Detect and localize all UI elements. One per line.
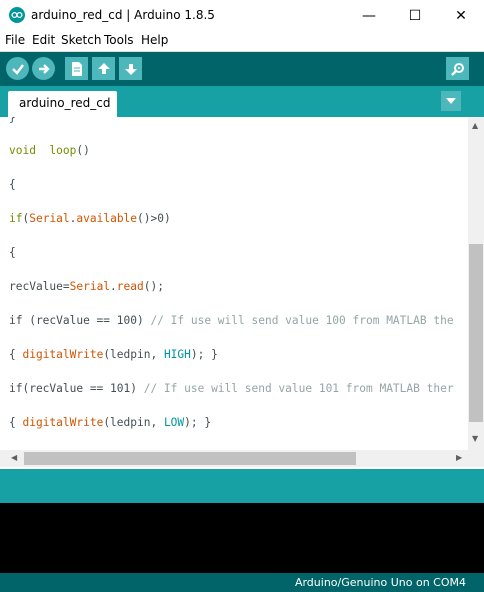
code-line: { digitalWrite(ledpin, HIGH); } <box>9 348 218 361</box>
console-output[interactable] <box>0 503 484 573</box>
serial-monitor-button[interactable] <box>446 57 469 80</box>
horizontal-scrollbar-thumb[interactable] <box>24 452 356 465</box>
open-button[interactable] <box>92 57 115 80</box>
arduino-logo-icon <box>9 7 25 23</box>
console-header <box>0 469 484 503</box>
tab-menu-button[interactable] <box>441 91 461 111</box>
upload-button[interactable] <box>32 57 55 80</box>
code-line: { <box>9 178 16 191</box>
chevron-down-icon <box>446 98 456 104</box>
upload-icon <box>38 63 50 74</box>
code-line: { digitalWrite(ledpin, LOW); } <box>9 416 212 429</box>
menu-tools[interactable]: Tools <box>104 33 134 47</box>
code-line: { <box>9 246 16 259</box>
code-line: void loop() <box>9 144 90 157</box>
new-button[interactable] <box>65 57 88 80</box>
code-line: } <box>9 117 16 124</box>
vertical-scrollbar-thumb[interactable] <box>469 244 483 422</box>
code-line: if(Serial.available()>0) <box>9 212 171 225</box>
scroll-left-icon[interactable]: ◀ <box>11 453 17 462</box>
save-icon <box>124 63 137 75</box>
scroll-up-icon[interactable]: ▲ <box>472 121 478 130</box>
close-button[interactable]: ✕ <box>438 0 484 31</box>
tab-arduino-red-cd[interactable]: arduino_red_cd <box>8 91 117 117</box>
minimize-button[interactable]: — <box>346 0 392 31</box>
menu-sketch[interactable]: Sketch <box>61 33 101 47</box>
menu-file[interactable]: File <box>5 33 25 47</box>
save-button[interactable] <box>119 57 142 80</box>
minimize-icon: — <box>362 7 376 24</box>
tab-label: arduino_red_cd <box>19 96 111 110</box>
verify-icon <box>11 63 24 75</box>
new-icon <box>71 61 82 76</box>
scroll-right-icon[interactable]: ▶ <box>456 453 462 462</box>
maximize-icon: ☐ <box>408 7 422 24</box>
toolbar <box>0 52 484 86</box>
code-line: if (recValue == 100) // If use will send… <box>9 314 454 327</box>
code-line: if(recValue == 101) // If use will send … <box>9 382 454 395</box>
menu-help[interactable]: Help <box>141 33 168 47</box>
menu-edit[interactable]: Edit <box>32 33 55 47</box>
close-icon: ✕ <box>455 7 467 24</box>
title-bar: arduino_red_cd | Arduino 1.8.5 — ☐ ✕ <box>0 0 484 31</box>
maximize-button[interactable]: ☐ <box>392 0 438 31</box>
scroll-down-icon[interactable]: ▼ <box>472 434 478 443</box>
open-icon <box>97 62 110 74</box>
tab-bar: arduino_red_cd <box>0 86 484 117</box>
status-bar: Arduino/Genuino Uno on COM4 <box>0 573 484 592</box>
window-title: arduino_red_cd | Arduino 1.8.5 <box>31 8 215 22</box>
menu-bar: File Edit Sketch Tools Help <box>0 31 484 52</box>
verify-button[interactable] <box>6 57 29 80</box>
board-port-status: Arduino/Genuino Uno on COM4 <box>294 576 466 589</box>
code-editor[interactable]: } void loop() { if(Serial.available()>0)… <box>0 117 468 450</box>
code-line: recValue=Serial.read(); <box>9 280 164 293</box>
serial-monitor-icon <box>450 62 464 76</box>
